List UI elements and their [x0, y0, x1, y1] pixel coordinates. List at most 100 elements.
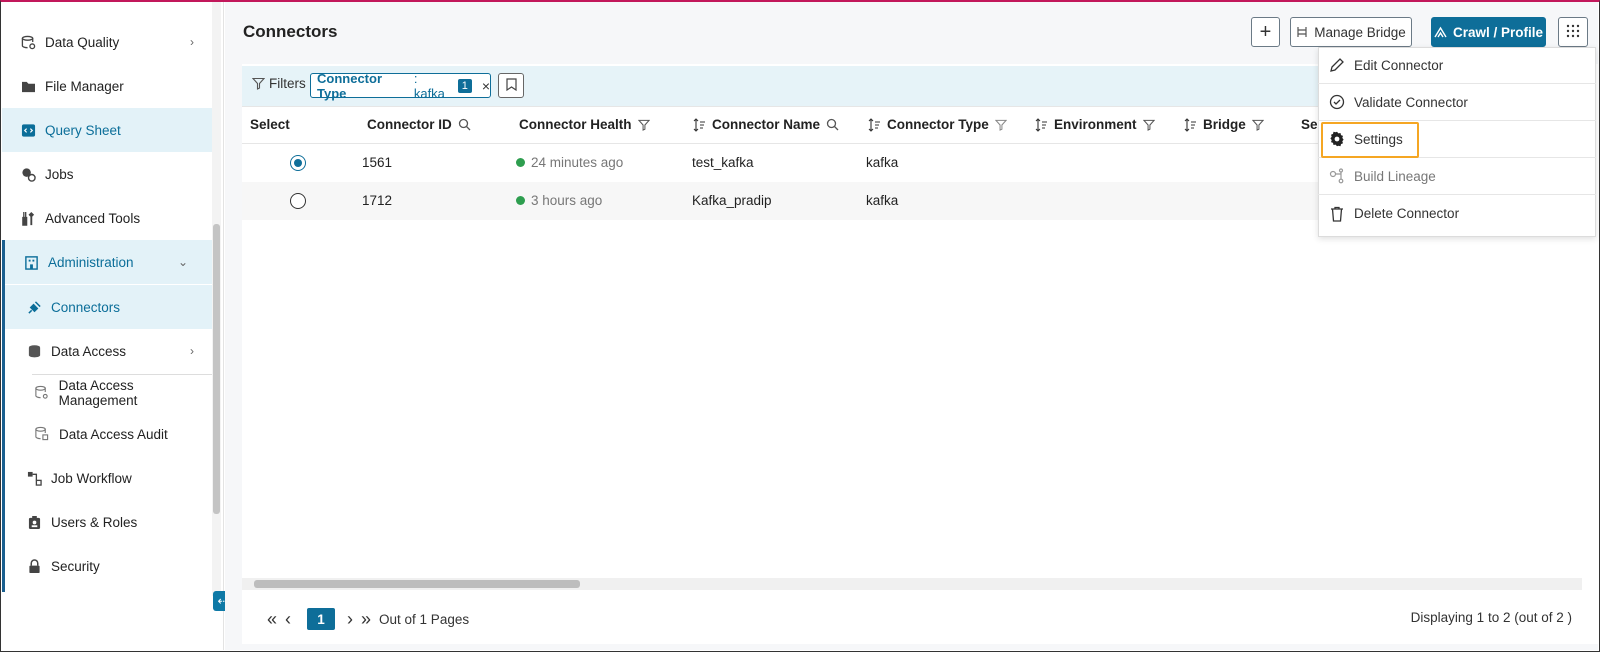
- sidebar-item-label: Administration: [48, 254, 134, 270]
- column-header-select: Select: [250, 117, 290, 132]
- chevron-down-icon: ⌄: [177, 255, 188, 269]
- filters-label[interactable]: Filters: [252, 76, 306, 91]
- bridge-icon: [1296, 26, 1308, 38]
- sidebar-item-security[interactable]: Security: [2, 544, 212, 588]
- database-icon: [26, 343, 42, 359]
- connector-type-cell: kafka: [866, 193, 899, 208]
- filter-icon[interactable]: [637, 119, 650, 131]
- lineage-icon: [1328, 167, 1346, 185]
- page-count-text: Out of 1 Pages: [379, 611, 470, 627]
- sidebar-item-label: Data Access Management: [58, 378, 138, 408]
- plus-icon: +: [1259, 20, 1272, 43]
- menu-item-delete-connector[interactable]: Delete Connector: [1318, 195, 1596, 232]
- crawl-profile-button[interactable]: Crawl / Profile: [1431, 17, 1546, 47]
- close-icon[interactable]: ×: [482, 78, 490, 94]
- pagination: « ‹ 1 › » Out of 1 Pages: [267, 608, 469, 630]
- sidebar-item-jobs[interactable]: Jobs: [2, 152, 212, 196]
- db-audit-icon: [34, 426, 50, 442]
- crawl-profile-label: Crawl / Profile: [1452, 24, 1544, 40]
- status-dot: [516, 158, 525, 167]
- filter-icon[interactable]: [1251, 119, 1264, 131]
- sidebar-item-query-sheet[interactable]: Query Sheet: [2, 108, 212, 152]
- sidebar-item-label: Data Quality: [45, 34, 120, 50]
- sidebar-item-data-access-audit[interactable]: Data Access Audit: [2, 414, 212, 454]
- filter-icon: [252, 77, 265, 90]
- sidebar-item-label: Job Workflow: [51, 470, 132, 486]
- filter-icon[interactable]: [994, 119, 1007, 131]
- connector-type-cell: kafka: [866, 155, 899, 170]
- column-header-connector-id[interactable]: Connector ID: [367, 117, 471, 132]
- column-header-connector-name[interactable]: Connector Name: [693, 117, 839, 132]
- grid-dots-icon: [1566, 24, 1580, 41]
- sidebar-item-label: Data Access: [51, 343, 127, 359]
- jobs-icon: [20, 166, 36, 182]
- workflow-icon: [26, 470, 42, 486]
- sidebar-item-file-manager[interactable]: File Manager: [2, 64, 212, 108]
- sidebar-item-users-roles[interactable]: Users & Roles: [2, 500, 212, 544]
- menu-item-validate-connector[interactable]: Validate Connector: [1318, 84, 1596, 121]
- sidebar-active-rail: [2, 240, 5, 592]
- sidebar-scroll-thumb[interactable]: [213, 224, 220, 514]
- menu-item-edit-connector[interactable]: Edit Connector: [1318, 47, 1596, 84]
- grid-menu-button[interactable]: [1558, 17, 1588, 47]
- sort-icon[interactable]: [1184, 117, 1197, 132]
- bookmark-filter-button[interactable]: [498, 73, 524, 98]
- chip-key: Connector Type: [317, 70, 382, 101]
- tools-icon: [20, 210, 36, 226]
- column-header-environment[interactable]: Environment: [1035, 117, 1155, 132]
- trash-icon: [1328, 205, 1346, 223]
- chip-value: : kafka: [413, 70, 445, 101]
- connector-id-cell: 1712: [362, 193, 393, 208]
- bookmark-icon: [505, 77, 517, 94]
- chevron-right-icon: ›: [190, 35, 194, 49]
- add-connector-button[interactable]: +: [1251, 17, 1280, 47]
- sidebar-item-label: File Manager: [45, 78, 124, 94]
- column-header-connector-health[interactable]: Connector Health: [519, 117, 650, 132]
- sidebar-item-label: Security: [51, 558, 100, 574]
- code-icon: [20, 122, 36, 138]
- sort-icon[interactable]: [868, 117, 881, 132]
- search-icon[interactable]: [826, 118, 839, 131]
- sidebar-item-data-access-management[interactable]: Data Access Management: [2, 373, 212, 413]
- filter-chip-connector-type[interactable]: Connector Type : kafka 1 ×: [310, 70, 491, 101]
- next-page-icon[interactable]: ›: [347, 609, 353, 630]
- crawl-icon: [1434, 26, 1447, 38]
- current-page-button[interactable]: 1: [307, 608, 336, 630]
- displaying-count: Displaying 1 to 2 (out of 2 ): [1410, 610, 1572, 625]
- badge-icon: [26, 514, 42, 530]
- sidebar-item-connectors[interactable]: Connectors: [2, 285, 212, 329]
- folder-icon: [20, 78, 36, 94]
- connector-health-cell: 24 minutes ago: [516, 155, 623, 170]
- building-icon: [23, 254, 39, 270]
- first-page-icon[interactable]: «: [267, 609, 277, 630]
- settings-highlight-box: [1321, 122, 1419, 158]
- column-header-bridge[interactable]: Bridge: [1184, 117, 1264, 132]
- lock-icon: [26, 558, 42, 574]
- row-select-radio[interactable]: [290, 155, 306, 171]
- horizontal-scroll-thumb[interactable]: [254, 580, 580, 588]
- manage-bridge-button[interactable]: Manage Bridge: [1290, 17, 1412, 47]
- manage-bridge-label: Manage Bridge: [1314, 24, 1406, 40]
- plug-icon: [26, 299, 42, 315]
- prev-page-icon[interactable]: ‹: [285, 609, 291, 630]
- sort-icon[interactable]: [1035, 117, 1048, 132]
- sidebar-item-data-quality[interactable]: Data Quality ›: [2, 20, 212, 64]
- sidebar-item-data-access[interactable]: Data Access ›: [2, 329, 212, 373]
- menu-item-build-lineage[interactable]: Build Lineage: [1318, 158, 1596, 195]
- column-header-connector-type[interactable]: Connector Type: [868, 117, 1007, 132]
- chevron-right-icon: ›: [190, 344, 194, 358]
- sidebar-item-label: Advanced Tools: [45, 210, 141, 226]
- sidebar-item-label: Connectors: [51, 299, 121, 315]
- search-icon[interactable]: [458, 118, 471, 131]
- sidebar-item-label: Jobs: [45, 166, 74, 182]
- sort-icon[interactable]: [693, 117, 706, 132]
- sidebar-item-job-workflow[interactable]: Job Workflow: [2, 456, 212, 500]
- sidebar-item-administration[interactable]: Administration ⌄: [2, 240, 212, 284]
- sidebar-item-label: Query Sheet: [45, 122, 121, 138]
- sidebar-item-advanced-tools[interactable]: Advanced Tools: [2, 196, 212, 240]
- last-page-icon[interactable]: »: [361, 609, 371, 630]
- connector-health-cell: 3 hours ago: [516, 193, 602, 208]
- row-select-radio[interactable]: [290, 193, 306, 209]
- filter-icon[interactable]: [1142, 119, 1155, 131]
- chip-count-badge: 1: [457, 78, 472, 93]
